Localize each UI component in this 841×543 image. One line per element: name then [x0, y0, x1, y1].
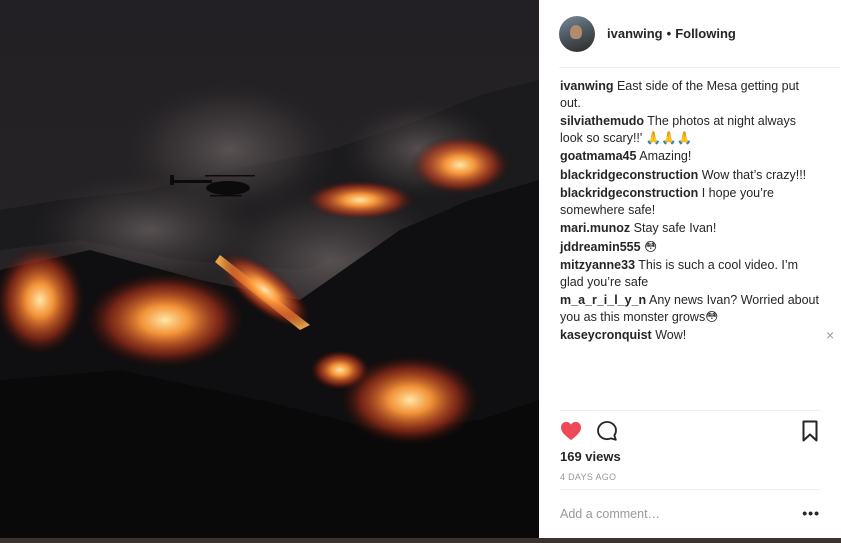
post-media[interactable]	[0, 0, 539, 543]
close-icon[interactable]: ×	[826, 327, 834, 343]
comment-user[interactable]: mari.munoz	[560, 221, 630, 235]
comment-item: mitzyanne33 This is such a cool video. I…	[560, 257, 822, 290]
following-button[interactable]: Following	[675, 26, 736, 41]
comment-item: goatmama45 Amazing!	[560, 148, 822, 165]
add-comment-bar: •••	[560, 489, 820, 537]
comment-text: Wow that’s crazy!!!	[701, 167, 807, 182]
comment-user[interactable]: goatmama45	[560, 149, 636, 163]
separator-dot: •	[666, 26, 672, 41]
post-header: ivanwing • Following	[559, 0, 840, 68]
caption: ivanwing East side of the Mesa getting p…	[560, 78, 822, 111]
comment-user[interactable]: blackridgeconstruction	[560, 186, 698, 200]
comment-user[interactable]: kaseycronquist	[560, 328, 652, 342]
background-strip	[0, 538, 841, 543]
comment-user[interactable]: jddreamin555	[560, 240, 641, 254]
comment-user[interactable]: mitzyanne33	[560, 258, 635, 272]
post-timestamp[interactable]: 4 DAYS AGO	[560, 472, 616, 482]
comment-text: Stay safe Ivan!	[633, 221, 717, 235]
post-actions: 169 views 4 DAYS AGO	[560, 410, 820, 488]
comment-user[interactable]: blackridgeconstruction	[560, 168, 698, 182]
comment-item: silviathemudo The photos at night always…	[560, 113, 822, 146]
more-options-icon[interactable]: •••	[802, 506, 820, 520]
post-panel: ivanwing • Following ivanwing East side …	[539, 0, 841, 538]
wildfire-photo	[0, 0, 539, 543]
comment-text: Wow!	[655, 328, 687, 342]
username-link[interactable]: ivanwing	[607, 26, 663, 41]
avatar[interactable]	[559, 15, 595, 52]
comment-text: Amazing!	[639, 149, 692, 163]
bookmark-icon[interactable]	[802, 420, 818, 442]
comment-item: jddreamin555 😳	[560, 239, 822, 256]
heart-icon[interactable]	[560, 421, 582, 441]
comment-user[interactable]: m_a_r_i_l_y_n	[560, 293, 646, 307]
comment-item: blackridgeconstruction Wow that’s crazy!…	[560, 167, 822, 184]
views-count[interactable]: 169 views	[560, 449, 621, 464]
comment-item: mari.munoz Stay safe Ivan!	[560, 220, 822, 237]
comment-user[interactable]: silviathemudo	[560, 114, 644, 128]
comment-text: 😳	[644, 239, 658, 254]
comment-input[interactable]	[560, 506, 780, 521]
comment-icon[interactable]	[596, 420, 618, 442]
comment-item: blackridgeconstruction I hope you’re som…	[560, 185, 822, 218]
comment-item: m_a_r_i_l_y_n Any news Ivan? Worried abo…	[560, 292, 822, 325]
comment-item: kaseycronquist Wow! ×	[560, 327, 834, 344]
comments-list: ivanwing East side of the Mesa getting p…	[560, 78, 834, 398]
comment-user[interactable]: ivanwing	[560, 79, 613, 93]
